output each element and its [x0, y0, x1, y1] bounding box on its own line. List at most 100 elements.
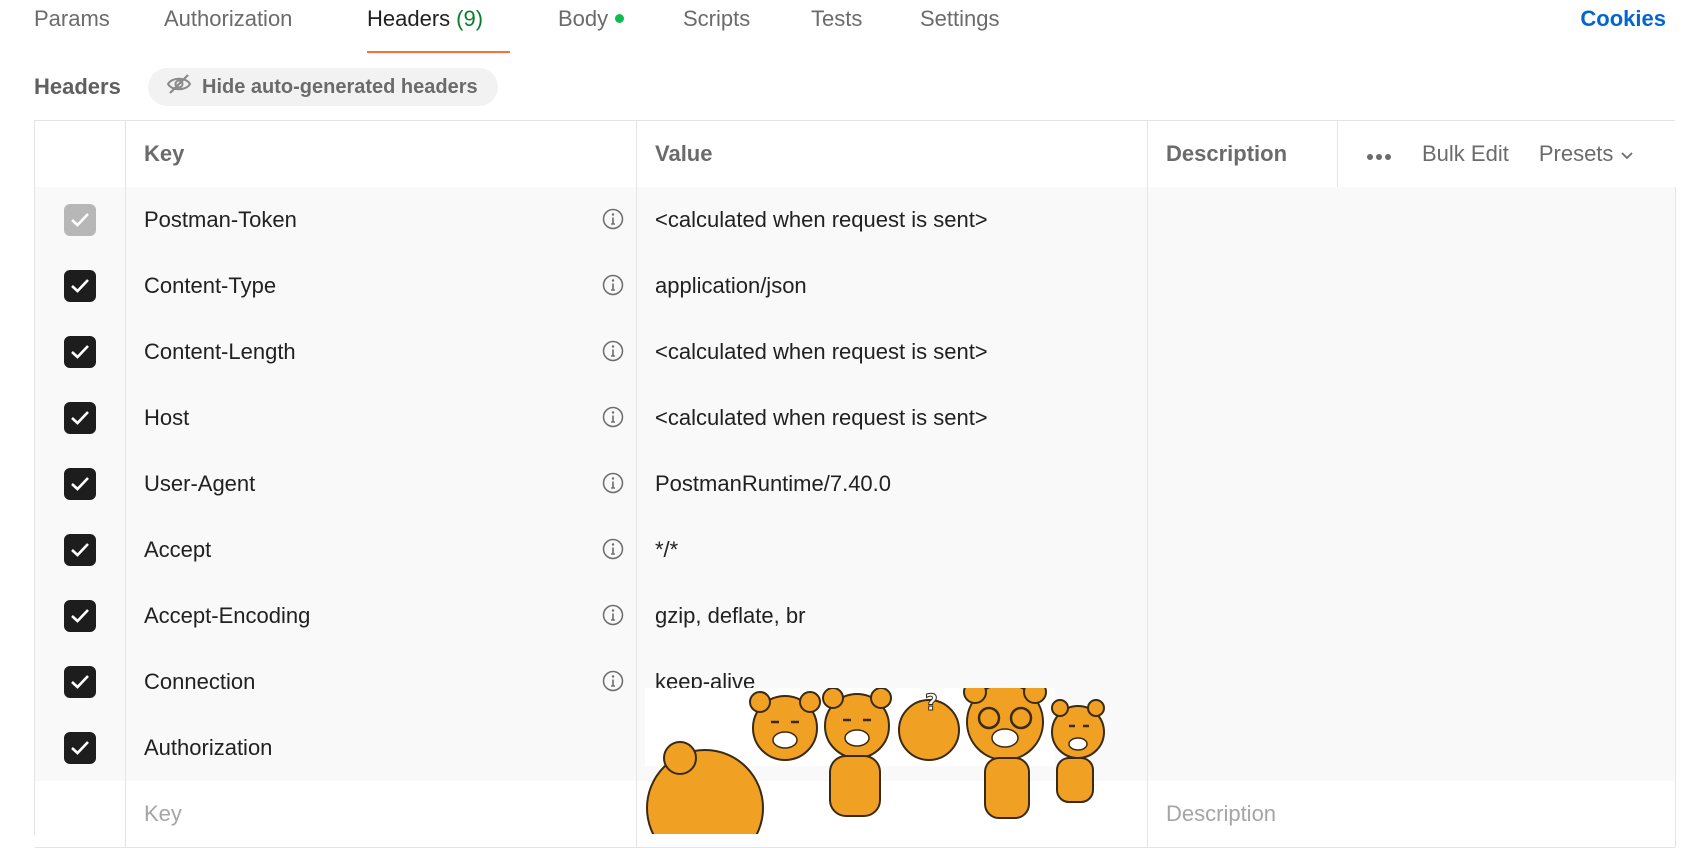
info-icon[interactable] — [602, 604, 624, 626]
row-enabled-checkbox[interactable] — [64, 534, 96, 566]
table-row: Content-Length <calculated when request i… — [35, 319, 1676, 386]
header-value: gzip, deflate, br — [655, 603, 806, 628]
svg-text:?: ? — [925, 691, 938, 716]
header-description-cell[interactable] — [1148, 319, 1676, 385]
row-enabled-checkbox[interactable] — [64, 402, 96, 434]
header-key-cell[interactable]: Content-Type — [126, 253, 637, 319]
header-key: Host — [144, 405, 190, 430]
presets-label: Presets — [1538, 141, 1614, 166]
header-value: <calculated when request is sent> — [655, 405, 988, 430]
header-description-cell[interactable] — [1148, 583, 1676, 649]
info-icon[interactable] — [602, 472, 624, 494]
new-row-checkbox-cell — [35, 781, 126, 847]
row-enabled-checkbox[interactable] — [64, 204, 96, 236]
more-options-icon[interactable] — [1366, 141, 1392, 167]
header-description-cell[interactable] — [1148, 715, 1676, 781]
row-checkbox-cell — [35, 649, 126, 715]
hide-auto-generated-headers-button[interactable]: Hide auto-generated headers — [148, 68, 498, 106]
header-key-cell[interactable]: Content-Length — [126, 319, 637, 385]
table-row: Accept-Encoding gzip, deflate, br — [35, 583, 1676, 650]
header-key-cell[interactable]: Connection — [126, 649, 637, 715]
hide-button-label: Hide auto-generated headers — [202, 75, 478, 98]
checkmark-icon — [70, 212, 90, 228]
checkmark-icon — [70, 476, 90, 492]
header-description-cell[interactable] — [1148, 385, 1676, 451]
body-modified-dot — [615, 14, 625, 23]
new-key-input[interactable]: Key — [126, 781, 637, 847]
row-checkbox-cell — [35, 451, 126, 517]
header-key-cell[interactable]: Authorization — [126, 715, 637, 781]
row-enabled-checkbox[interactable] — [64, 600, 96, 632]
header-key-cell[interactable]: Postman-Token — [126, 187, 637, 253]
row-checkbox-cell — [35, 319, 126, 385]
presets-dropdown[interactable]: Presets — [1539, 141, 1634, 167]
header-key-cell[interactable]: Accept — [126, 517, 637, 583]
tab-params[interactable]: Params — [34, 6, 110, 32]
tab-headers-count: (9) — [456, 6, 484, 31]
row-enabled-checkbox[interactable] — [64, 732, 96, 764]
bulk-edit-button[interactable]: Bulk Edit — [1422, 141, 1509, 167]
header-key: Content-Type — [144, 273, 277, 298]
tab-body-label: Body — [558, 6, 609, 31]
cookies-link[interactable]: Cookies — [1580, 6, 1666, 32]
header-key: Postman-Token — [144, 207, 297, 232]
header-key: Content-Length — [144, 339, 296, 364]
header-value-cell[interactable]: PostmanRuntime/7.40.0 — [637, 451, 1148, 517]
tab-settings[interactable]: Settings — [920, 6, 1000, 32]
header-description-cell[interactable] — [1148, 649, 1676, 715]
info-icon[interactable] — [602, 406, 624, 428]
info-icon[interactable] — [602, 208, 624, 230]
active-tab-indicator — [367, 51, 510, 53]
checkmark-icon — [70, 740, 90, 756]
checkmark-icon — [70, 674, 90, 690]
info-icon[interactable] — [602, 340, 624, 362]
checkmark-icon — [70, 410, 90, 426]
info-icon[interactable] — [602, 274, 624, 296]
row-enabled-checkbox[interactable] — [64, 666, 96, 698]
header-value-cell[interactable]: <calculated when request is sent> — [637, 319, 1148, 385]
header-key-cell[interactable]: Accept-Encoding — [126, 583, 637, 649]
table-header-row: Key Value Description Bulk Edit Presets — [35, 121, 1675, 188]
header-checkbox-column — [35, 121, 126, 187]
checkmark-icon — [70, 278, 90, 294]
info-icon[interactable] — [602, 538, 624, 560]
checkmark-icon — [70, 608, 90, 624]
header-value-cell[interactable]: <calculated when request is sent> — [637, 187, 1148, 253]
tab-body[interactable]: Body — [558, 6, 625, 32]
header-key-cell[interactable]: Host — [126, 385, 637, 451]
tab-scripts[interactable]: Scripts — [683, 6, 750, 32]
new-description-input[interactable]: Description — [1148, 781, 1676, 847]
header-value-cell[interactable]: gzip, deflate, br — [637, 583, 1148, 649]
info-icon[interactable] — [602, 670, 624, 692]
header-value-cell[interactable]: <calculated when request is sent> — [637, 385, 1148, 451]
eye-off-icon — [166, 73, 192, 101]
header-key: Accept — [144, 537, 212, 562]
table-row: Accept */* — [35, 517, 1676, 584]
column-header-key: Key — [126, 121, 637, 187]
header-value: PostmanRuntime/7.40.0 — [655, 471, 892, 496]
header-key-cell[interactable]: User-Agent — [126, 451, 637, 517]
tab-headers-label: Headers — [367, 6, 451, 31]
header-value-cell[interactable]: application/json — [637, 253, 1148, 319]
header-description-cell[interactable] — [1148, 187, 1676, 253]
checkmark-icon — [70, 344, 90, 360]
row-enabled-checkbox[interactable] — [64, 270, 96, 302]
row-checkbox-cell — [35, 187, 126, 253]
header-description-cell[interactable] — [1148, 451, 1676, 517]
table-row: Postman-Token <calculated when request is… — [35, 187, 1676, 254]
column-header-value: Value — [637, 121, 1148, 187]
table-row: Content-Type application/json — [35, 253, 1676, 320]
tab-headers[interactable]: Headers (9) — [367, 6, 483, 32]
chevron-down-icon — [1620, 141, 1634, 166]
row-checkbox-cell — [35, 517, 126, 583]
row-checkbox-cell — [35, 715, 126, 781]
checkmark-icon — [70, 542, 90, 558]
header-description-cell[interactable] — [1148, 517, 1676, 583]
row-enabled-checkbox[interactable] — [64, 336, 96, 368]
tab-authorization[interactable]: Authorization — [164, 6, 292, 32]
header-value: <calculated when request is sent> — [655, 207, 988, 232]
header-value-cell[interactable]: */* — [637, 517, 1148, 583]
tab-tests[interactable]: Tests — [811, 6, 862, 32]
header-description-cell[interactable] — [1148, 253, 1676, 319]
row-enabled-checkbox[interactable] — [64, 468, 96, 500]
